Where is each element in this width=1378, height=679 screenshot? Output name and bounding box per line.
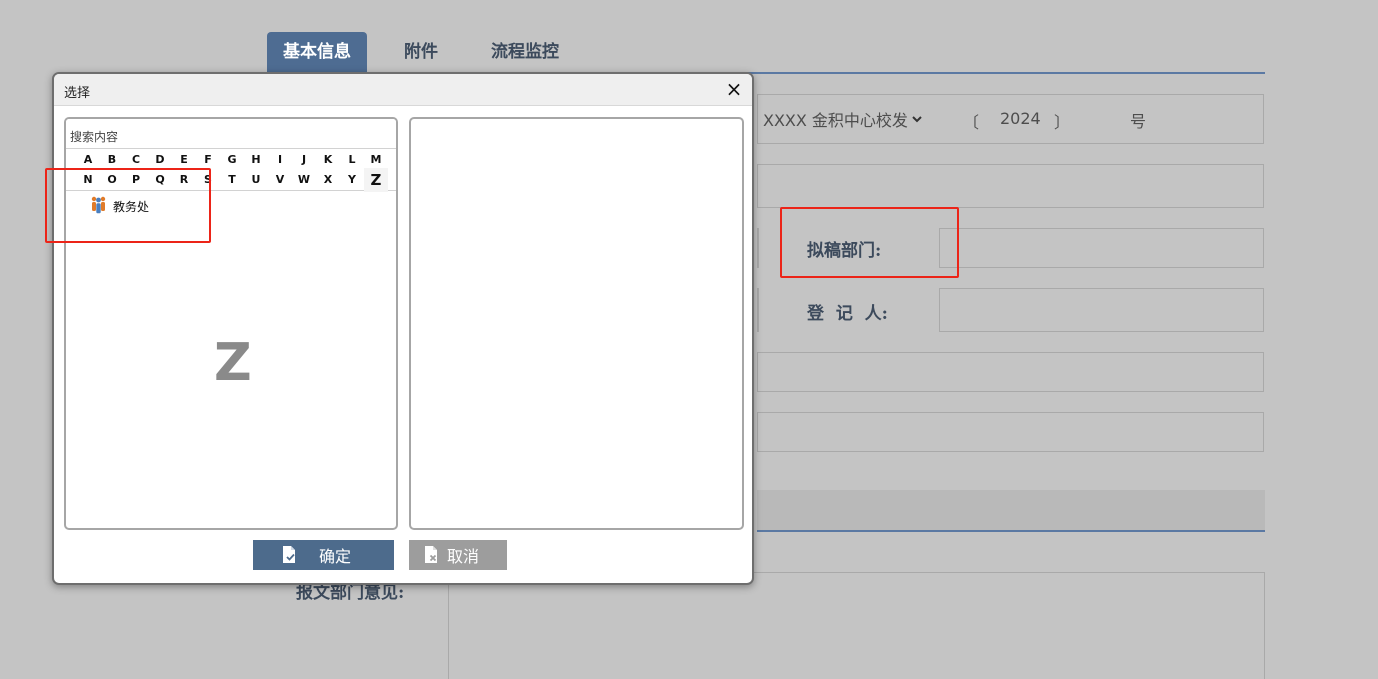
tab-basic-info[interactable]: 基本信息	[267, 32, 367, 72]
document-close-icon	[421, 545, 441, 565]
field-row5[interactable]	[757, 352, 1264, 392]
right-panel	[409, 117, 744, 530]
select-dialog: 选择 × A B C D E F G H I J K L M N O P Q R…	[52, 72, 754, 585]
confirm-label: 确定	[319, 547, 352, 566]
letter-h[interactable]: H	[246, 150, 266, 170]
confirm-button[interactable]: 确定	[253, 540, 394, 570]
drafting-dept-field[interactable]	[939, 228, 1264, 268]
letter-k[interactable]: K	[318, 150, 338, 170]
field-row6[interactable]	[757, 412, 1264, 452]
letter-g[interactable]: G	[222, 150, 242, 170]
highlight-box-tree-item	[45, 168, 211, 243]
tab-process-monitor[interactable]: 流程监控	[472, 32, 578, 72]
doc-year: 2024	[1000, 109, 1041, 128]
letter-a[interactable]: A	[78, 150, 98, 170]
letter-c[interactable]: C	[126, 150, 146, 170]
letter-m[interactable]: M	[366, 150, 386, 170]
watermark-letter: Z	[214, 333, 252, 393]
doc-prefix-select[interactable]: XXXX 金积中心校发	[763, 107, 923, 131]
cancel-button[interactable]: 取消	[409, 540, 507, 570]
letter-u[interactable]: U	[246, 170, 266, 190]
doc-prefix-value: XXXX 金积中心校发	[763, 111, 908, 130]
section-header-bar	[757, 490, 1265, 531]
letter-i[interactable]: I	[270, 150, 290, 170]
search-input[interactable]	[66, 119, 396, 149]
letter-l[interactable]: L	[342, 150, 362, 170]
registrar-field[interactable]	[939, 288, 1264, 332]
dialog-header: 选择 ×	[54, 74, 752, 106]
close-icon[interactable]: ×	[723, 78, 745, 100]
year-close-bracket: 〕	[1054, 113, 1071, 132]
registrar-label: 登 记 人:	[807, 304, 888, 324]
letter-x[interactable]: X	[318, 170, 338, 190]
letter-j[interactable]: J	[294, 150, 314, 170]
letter-t[interactable]: T	[222, 170, 242, 190]
number-suffix: 号	[1130, 112, 1147, 131]
letter-b[interactable]: B	[102, 150, 122, 170]
letter-e[interactable]: E	[174, 150, 194, 170]
letter-y[interactable]: Y	[342, 170, 362, 190]
cancel-label: 取消	[447, 547, 480, 566]
year-open-bracket: 〔	[963, 113, 980, 132]
section-underline	[757, 530, 1265, 532]
chevron-down-icon	[911, 110, 923, 129]
letter-f[interactable]: F	[198, 150, 218, 170]
tab-attachments[interactable]: 附件	[388, 32, 454, 72]
title-field[interactable]	[757, 164, 1264, 208]
dept-opinion-textarea[interactable]	[448, 572, 1265, 679]
letter-w[interactable]: W	[294, 170, 314, 190]
dialog-title: 选择	[64, 86, 91, 101]
left-field-row4	[757, 288, 759, 332]
letter-z[interactable]: Z	[364, 168, 388, 192]
document-check-icon	[279, 545, 299, 565]
letter-v[interactable]: V	[270, 170, 290, 190]
letter-d[interactable]: D	[150, 150, 170, 170]
left-field-row3	[757, 228, 759, 268]
highlight-box-drafting-dept	[780, 207, 959, 278]
